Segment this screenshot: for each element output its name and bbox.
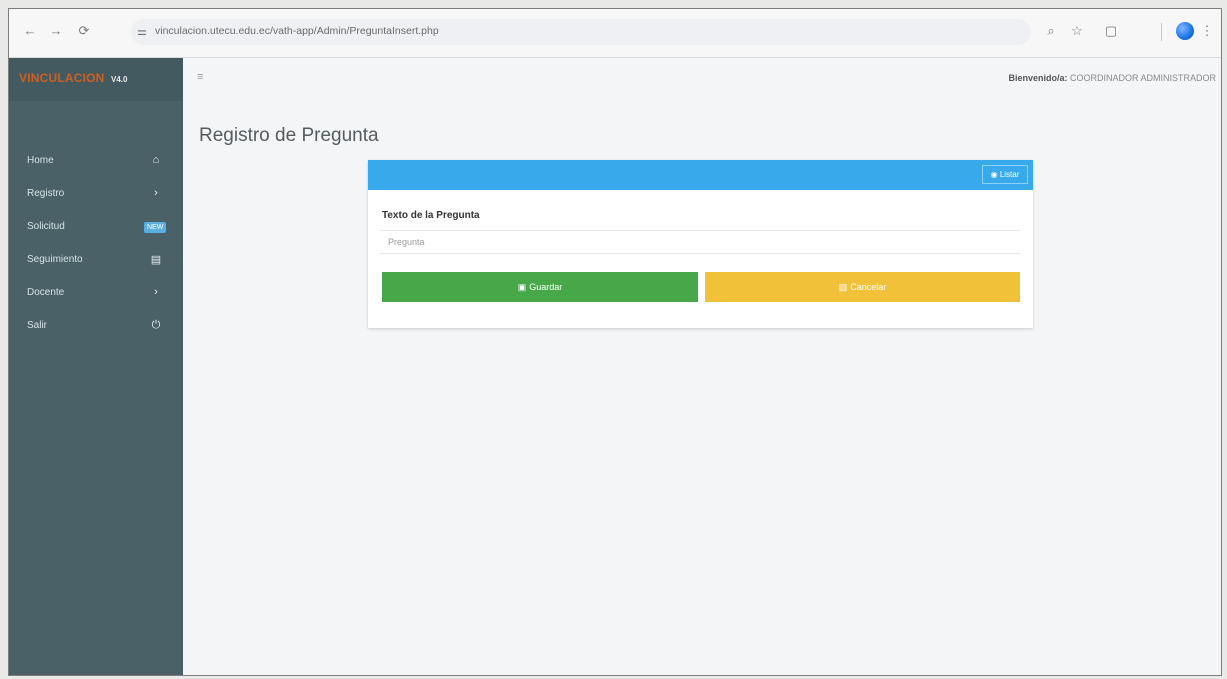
forward-icon[interactable]: → bbox=[47, 22, 65, 40]
sidebar-item-home[interactable]: Home ⌂ bbox=[9, 146, 183, 179]
hamburger-menu-icon[interactable]: ≡ bbox=[197, 71, 203, 83]
sidebar-item-label: Home bbox=[27, 155, 54, 166]
sidebar-item-registro[interactable]: Registro › bbox=[9, 179, 183, 212]
sidebar-item-label: Seguimiento bbox=[27, 254, 83, 265]
welcome-message: Bienvenido/a: COORDINADOR ADMINISTRADOR bbox=[1008, 73, 1216, 83]
back-icon[interactable]: ← bbox=[21, 22, 39, 40]
site-info-icon[interactable]: ⚌ bbox=[137, 25, 147, 38]
save-icon: ▣ bbox=[517, 281, 527, 292]
save-button[interactable]: ▣ Guardar bbox=[382, 272, 698, 302]
sidebar: VINCULACION V4.0 Home ⌂ Registro › Solicitud… bbox=[9, 58, 183, 675]
page-title: Registro de Pregunta bbox=[199, 125, 379, 146]
question-text-label: Texto de la Pregunta bbox=[382, 210, 480, 221]
screen-frame: ← → ⟳ ⚌ vinculacion.utecu.edu.ec/vath-ap… bbox=[8, 8, 1222, 676]
eye-icon: ◉ bbox=[990, 170, 998, 179]
welcome-user: COORDINADOR ADMINISTRADOR bbox=[1069, 73, 1216, 83]
sidebar-item-label: Salir bbox=[27, 320, 48, 331]
chevron-right-icon: › bbox=[154, 187, 158, 199]
new-badge: NEW bbox=[144, 222, 167, 233]
browser-menu-icon[interactable]: ⋮ bbox=[1198, 22, 1216, 40]
question-form-card: ◉ Listar Texto de la Pregunta ▣Guardar ▧… bbox=[368, 160, 1033, 328]
brand[interactable]: VINCULACION V4.0 bbox=[9, 58, 183, 101]
profile-avatar-icon[interactable] bbox=[1176, 22, 1194, 40]
save-button-label: Guardar bbox=[529, 281, 563, 292]
reload-icon[interactable]: ⟳ bbox=[75, 22, 93, 40]
list-button[interactable]: ◉ Listar bbox=[982, 165, 1028, 184]
home-icon: ⌂ bbox=[152, 154, 160, 166]
sidebar-item-label: Docente bbox=[27, 287, 65, 298]
welcome-label: Bienvenido/a: bbox=[1008, 73, 1068, 83]
bookmark-star-icon[interactable]: ☆ bbox=[1068, 22, 1086, 40]
top-navbar: ≡ Bienvenido/a: COORDINADOR ADMINISTRADO… bbox=[183, 58, 1221, 100]
chevron-right-icon: › bbox=[154, 286, 158, 298]
brand-name: VINCULACION bbox=[19, 71, 105, 85]
sidebar-menu: Home ⌂ Registro › Solicitud NEW Seguimiento ▤ Do… bbox=[9, 146, 183, 344]
sidebar-item-seguimiento[interactable]: Seguimiento ▤ bbox=[9, 245, 183, 278]
sidebar-item-label: Registro bbox=[27, 188, 65, 199]
sidebar-item-solicitud[interactable]: Solicitud NEW bbox=[9, 212, 183, 245]
question-input[interactable] bbox=[380, 230, 1020, 254]
card-header: ◉ Listar bbox=[368, 160, 1033, 190]
cancel-icon: ▧ bbox=[838, 281, 848, 292]
sidebar-item-docente[interactable]: Docente › bbox=[9, 278, 183, 311]
extensions-icon[interactable]: ▢ bbox=[1102, 22, 1120, 40]
brand-version: V4.0 bbox=[111, 75, 128, 84]
zoom-icon[interactable]: ⌕ bbox=[1042, 22, 1060, 40]
cancel-button[interactable]: ▧ Cancelar bbox=[705, 272, 1020, 302]
sidebar-item-salir[interactable]: Salir ⏻ bbox=[9, 311, 183, 344]
browser-toolbar: ← → ⟳ ⚌ vinculacion.utecu.edu.ec/vath-ap… bbox=[9, 9, 1221, 58]
list-button-label: Listar bbox=[999, 170, 1020, 179]
sidebar-item-label: Solicitud bbox=[27, 221, 65, 232]
toolbar-divider bbox=[1161, 23, 1162, 41]
file-icon: ▤ bbox=[150, 254, 162, 266]
url-text[interactable]: vinculacion.utecu.edu.ec/vath-app/Admin/… bbox=[155, 25, 439, 37]
power-icon: ⏻ bbox=[151, 319, 161, 331]
cancel-button-label: Cancelar bbox=[850, 281, 887, 292]
